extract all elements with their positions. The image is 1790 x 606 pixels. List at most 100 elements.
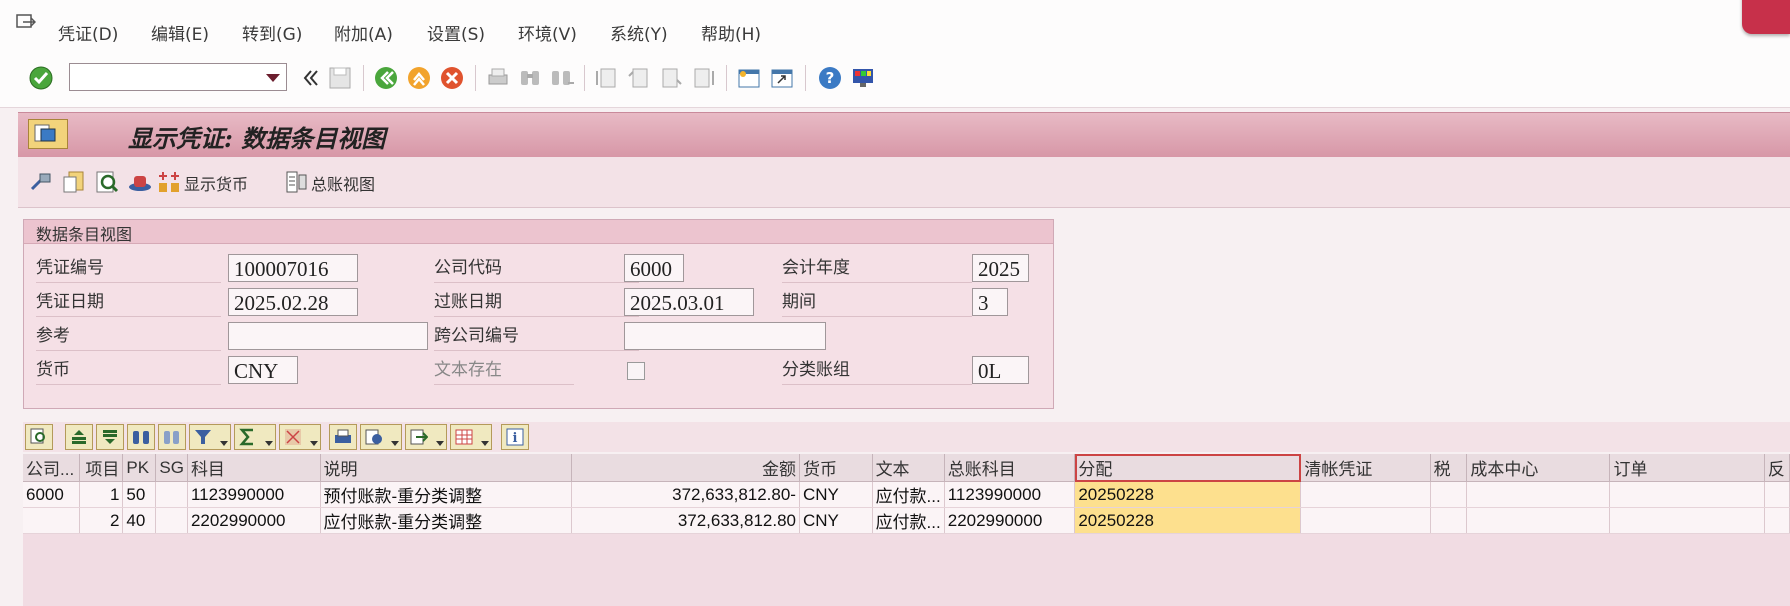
cell-assignment[interactable]: 20250228 bbox=[1074, 481, 1302, 508]
cell-description[interactable]: 预付账款-重分类调整 bbox=[320, 481, 573, 508]
cell-company[interactable] bbox=[23, 507, 81, 534]
cell-account[interactable]: 2202990000 bbox=[187, 507, 321, 534]
cell-pk[interactable]: 50 bbox=[122, 481, 157, 508]
cell-item[interactable]: 1 bbox=[79, 481, 124, 508]
layout-icon[interactable] bbox=[850, 65, 876, 91]
col-reverse[interactable]: 反 bbox=[1764, 454, 1790, 482]
filter-button[interactable] bbox=[189, 424, 231, 450]
command-field[interactable] bbox=[69, 63, 287, 91]
cell-tax[interactable] bbox=[1430, 481, 1468, 508]
cell-item[interactable]: 2 bbox=[79, 507, 124, 534]
cell-text[interactable]: 应付款... bbox=[872, 481, 945, 508]
cell-cost-center[interactable] bbox=[1466, 481, 1611, 508]
cell-gl-account[interactable]: 2202990000 bbox=[944, 507, 1076, 534]
cell-amount[interactable]: 372,633,812.80 bbox=[571, 507, 800, 534]
col-tax[interactable]: 税 bbox=[1430, 454, 1468, 482]
col-currency[interactable]: 货币 bbox=[799, 454, 873, 482]
cell-currency[interactable]: CNY bbox=[799, 481, 873, 508]
find-next-icon[interactable] bbox=[549, 65, 575, 91]
copy-document-icon[interactable] bbox=[61, 169, 87, 195]
table-row[interactable]: 6000 1 50 1123990000 预付账款-重分类调整 372,633,… bbox=[23, 481, 1790, 508]
doc-number-field[interactable]: 100007016 bbox=[228, 254, 358, 282]
print-icon[interactable] bbox=[485, 65, 511, 91]
details-button[interactable] bbox=[25, 424, 53, 450]
doc-date-field[interactable]: 2025.02.28 bbox=[228, 288, 358, 316]
menu-icon[interactable] bbox=[16, 14, 36, 32]
col-amount[interactable]: 金额 bbox=[571, 454, 800, 482]
col-clearing[interactable]: 清帐凭证 bbox=[1300, 454, 1431, 482]
fiscal-year-field[interactable]: 2025 bbox=[972, 254, 1029, 282]
period-field[interactable]: 3 bbox=[972, 288, 1008, 316]
col-description[interactable]: 说明 bbox=[320, 454, 573, 482]
sort-ascending-button[interactable] bbox=[65, 424, 93, 450]
hat-icon[interactable] bbox=[127, 169, 153, 195]
back-icon[interactable] bbox=[373, 65, 399, 91]
reference-field[interactable] bbox=[228, 322, 428, 350]
menu-document[interactable]: 凭证(D) bbox=[58, 20, 118, 45]
info-button[interactable]: i bbox=[501, 424, 529, 450]
subtotal-button[interactable] bbox=[279, 424, 321, 450]
next-page-icon[interactable] bbox=[658, 65, 684, 91]
menu-help[interactable]: 帮助(H) bbox=[701, 20, 761, 45]
first-page-icon[interactable] bbox=[594, 65, 620, 91]
cell-gl-account[interactable]: 1123990000 bbox=[944, 481, 1076, 508]
menu-system[interactable]: 系统(Y) bbox=[610, 20, 668, 45]
cross-company-field[interactable] bbox=[624, 322, 826, 350]
cell-pk[interactable]: 40 bbox=[122, 507, 157, 534]
display-change-icon[interactable] bbox=[28, 169, 54, 195]
cell-clearing[interactable] bbox=[1300, 507, 1431, 534]
posting-date-field[interactable]: 2025.03.01 bbox=[624, 288, 754, 316]
layout-button[interactable] bbox=[450, 424, 492, 450]
cell-reverse[interactable] bbox=[1764, 481, 1790, 508]
cell-reverse[interactable] bbox=[1764, 507, 1790, 534]
chevron-down-icon[interactable] bbox=[266, 74, 280, 82]
menu-goto[interactable]: 转到(G) bbox=[242, 20, 302, 45]
show-currency-button[interactable]: 显示货币 bbox=[184, 171, 248, 195]
cell-sg[interactable] bbox=[155, 481, 188, 508]
cell-company[interactable]: 6000 bbox=[23, 481, 81, 508]
cell-currency[interactable]: CNY bbox=[799, 507, 873, 534]
exit-icon[interactable] bbox=[406, 65, 432, 91]
views-button[interactable] bbox=[360, 424, 402, 450]
currency-field[interactable]: CNY bbox=[228, 356, 298, 384]
menu-extras[interactable]: 附加(A) bbox=[334, 20, 393, 45]
help-icon[interactable]: ? bbox=[817, 65, 843, 91]
cell-sg[interactable] bbox=[155, 507, 188, 534]
enter-icon[interactable] bbox=[28, 65, 54, 91]
new-session-icon[interactable] bbox=[736, 65, 762, 91]
find-next-button[interactable] bbox=[158, 424, 186, 450]
cancel-icon[interactable] bbox=[439, 65, 465, 91]
cell-text[interactable]: 应付款... bbox=[872, 507, 945, 534]
cell-amount[interactable]: 372,633,812.80- bbox=[571, 481, 800, 508]
print-preview-button[interactable] bbox=[329, 424, 357, 450]
menu-edit[interactable]: 编辑(E) bbox=[151, 20, 209, 45]
col-account[interactable]: 科目 bbox=[187, 454, 321, 482]
menu-settings[interactable]: 设置(S) bbox=[427, 20, 485, 45]
table-row[interactable]: 2 40 2202990000 应付账款-重分类调整 372,633,812.8… bbox=[23, 507, 1790, 534]
col-text[interactable]: 文本 bbox=[872, 454, 945, 482]
col-item[interactable]: 项目 bbox=[79, 454, 124, 482]
col-pk[interactable]: PK bbox=[122, 454, 157, 482]
gl-view-button[interactable]: 总账视图 bbox=[311, 171, 375, 195]
cell-clearing[interactable] bbox=[1300, 481, 1431, 508]
find-button[interactable] bbox=[127, 424, 155, 450]
cell-description[interactable]: 应付账款-重分类调整 bbox=[320, 507, 573, 534]
prev-page-icon[interactable] bbox=[626, 65, 652, 91]
cell-cost-center[interactable] bbox=[1466, 507, 1611, 534]
cell-tax[interactable] bbox=[1430, 507, 1468, 534]
menu-environment[interactable]: 环境(V) bbox=[518, 20, 577, 45]
double-chevron-left-icon[interactable] bbox=[297, 65, 323, 91]
gl-view-icon[interactable] bbox=[283, 169, 309, 195]
total-button[interactable] bbox=[234, 424, 276, 450]
close-window-button[interactable] bbox=[1742, 0, 1790, 34]
col-cost-center[interactable]: 成本中心 bbox=[1466, 454, 1611, 482]
save-icon[interactable] bbox=[327, 65, 353, 91]
col-sg[interactable]: SG bbox=[155, 454, 188, 482]
export-button[interactable] bbox=[405, 424, 447, 450]
shortcut-icon[interactable] bbox=[769, 65, 795, 91]
cell-order[interactable] bbox=[1609, 507, 1765, 534]
cell-account[interactable]: 1123990000 bbox=[187, 481, 321, 508]
sort-descending-button[interactable] bbox=[96, 424, 124, 450]
last-page-icon[interactable] bbox=[690, 65, 716, 91]
cell-assignment[interactable]: 20250228 bbox=[1074, 507, 1302, 534]
